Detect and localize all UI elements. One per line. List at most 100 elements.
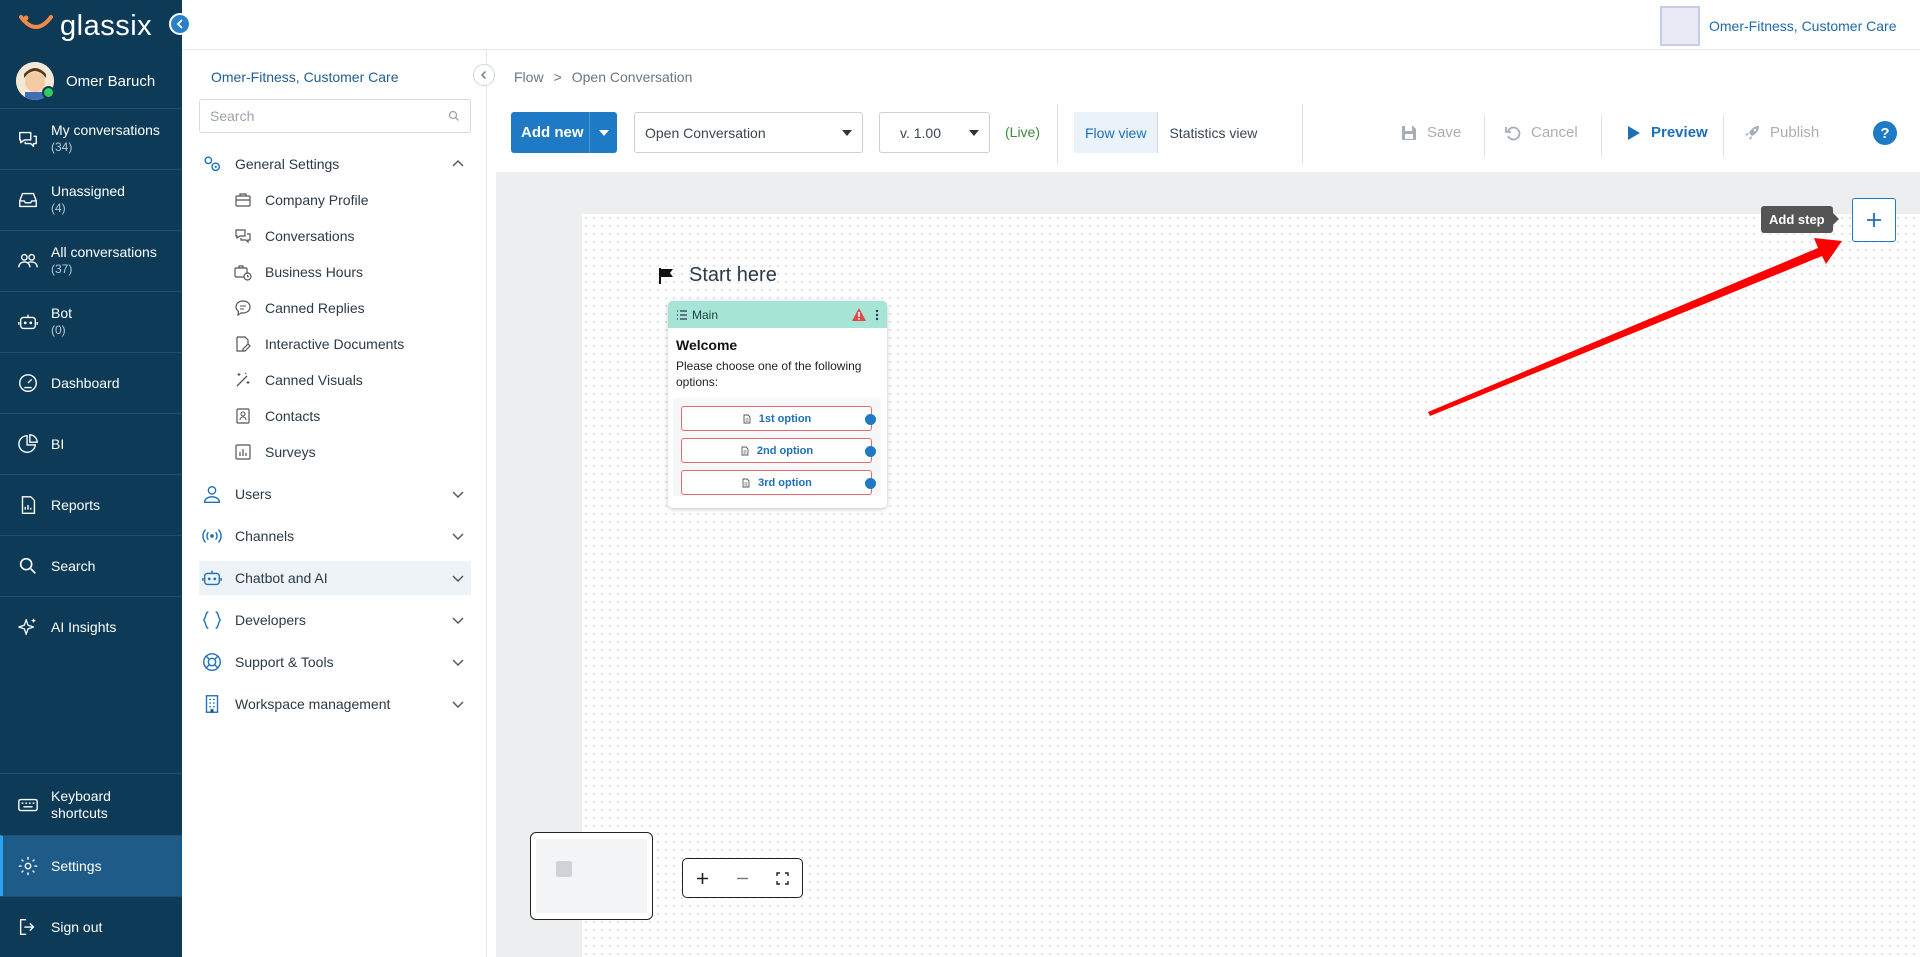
chat-bubbles-icon (19, 131, 37, 148)
nav-bi[interactable]: BI (0, 413, 182, 474)
nav-keyboard-shortcuts[interactable]: Keyboard shortcuts (0, 773, 182, 835)
search-input[interactable] (210, 108, 430, 124)
expand-icon (775, 871, 789, 885)
sub-business-hours[interactable]: Business Hours (234, 257, 464, 287)
section-users[interactable]: Users (199, 477, 471, 511)
user-profile[interactable]: Omer Baruch (0, 56, 182, 106)
start-marker: Start here (659, 264, 777, 287)
section-general-settings[interactable]: General Settings (199, 147, 471, 181)
zoom-out-button[interactable] (730, 866, 754, 890)
chevron-up-icon (452, 160, 464, 167)
contact-card-icon (236, 408, 250, 424)
sub-surveys[interactable]: Surveys (234, 437, 464, 467)
nav-settings[interactable]: Settings (0, 835, 182, 896)
nav-label: Unassigned (51, 183, 125, 199)
plus-icon (697, 872, 709, 884)
undo-icon (1505, 126, 1521, 140)
sub-conversations[interactable]: Conversations (234, 221, 464, 251)
dashboard-gauge-icon (19, 374, 37, 392)
chevron-down-icon (452, 617, 464, 624)
canvas-minimap[interactable] (530, 832, 653, 920)
add-new-button[interactable]: Add new (511, 112, 617, 153)
nav-label: shortcuts (51, 804, 108, 821)
divider (1057, 104, 1058, 164)
briefcase-icon (235, 193, 251, 207)
connection-port[interactable] (865, 414, 876, 425)
nav-search[interactable]: Search (0, 535, 182, 596)
flow-canvas-area (496, 172, 1920, 957)
nav-label: Keyboard (51, 787, 111, 804)
sub-label: Contacts (265, 408, 321, 424)
plus-icon (1867, 213, 1881, 227)
tab-statistics-view[interactable]: Statistics view (1158, 112, 1268, 153)
rocket-icon (1745, 125, 1759, 140)
nav-all-conversations[interactable]: All conversations (37) (0, 230, 182, 291)
tab-flow-view[interactable]: Flow view (1074, 112, 1159, 153)
sub-contacts[interactable]: Contacts (234, 401, 464, 431)
more-vertical-icon[interactable] (875, 309, 879, 321)
nav-ai-insights[interactable]: AI Insights (0, 596, 182, 657)
collapse-nav-button[interactable] (169, 13, 191, 35)
glassix-logo[interactable]: glassix (18, 6, 152, 46)
nav-unassigned[interactable]: Unassigned (4) (0, 169, 182, 230)
flow-step-node[interactable]: Main Welcome Please choose one of the fo… (668, 301, 887, 508)
minus-icon (736, 877, 748, 879)
sub-company-profile[interactable]: Company Profile (234, 185, 464, 215)
workspace-switcher[interactable]: Omer-Fitness, Customer Care (1660, 6, 1896, 46)
cancel-button[interactable]: Cancel (1504, 112, 1578, 153)
zoom-in-button[interactable] (691, 866, 715, 890)
node-header[interactable]: Main (668, 301, 887, 328)
sub-canned-visuals[interactable]: Canned Visuals (234, 365, 464, 395)
fit-view-button[interactable] (770, 866, 794, 890)
option-button[interactable]: 1st option (681, 406, 876, 431)
nav-label: All conversations (51, 244, 157, 260)
node-title: Welcome (676, 337, 738, 353)
section-developers[interactable]: Developers (199, 603, 471, 637)
nav-dashboard[interactable]: Dashboard (0, 352, 182, 413)
sub-canned-replies[interactable]: Canned Replies (234, 293, 464, 323)
flow-select[interactable]: Open Conversation (634, 112, 863, 153)
settings-search[interactable] (199, 99, 471, 133)
nav-reports[interactable]: Reports (0, 474, 182, 535)
add-new-dropdown-toggle[interactable] (589, 112, 617, 153)
zoom-controls (682, 858, 803, 898)
logo-text: glassix (60, 9, 153, 42)
minimap-viewport (536, 839, 647, 913)
section-workspace-management[interactable]: Workspace management (199, 687, 471, 721)
flow-toolbar: Add new Open Conversation v. 1.00 (Live)… (487, 100, 1920, 172)
save-button[interactable]: Save (1400, 112, 1461, 153)
version-select[interactable]: v. 1.00 (879, 112, 990, 153)
main-navigation: glassix Omer Baruch My conversations (34)… (0, 0, 182, 957)
connection-port[interactable] (865, 478, 876, 489)
caret-down-icon (969, 129, 979, 136)
node-message: Please choose one of the following optio… (676, 359, 862, 389)
view-toggle: Flow view Statistics view (1074, 112, 1268, 153)
floppy-disk-icon (1402, 125, 1416, 140)
nav-sign-out[interactable]: Sign out (0, 896, 182, 957)
option-label: 3rd option (758, 476, 812, 489)
section-chatbot-ai[interactable]: Chatbot and AI (199, 561, 471, 595)
section-support-tools[interactable]: Support & Tools (199, 645, 471, 679)
warning-icon[interactable] (852, 308, 866, 321)
preview-button[interactable]: Preview (1624, 112, 1708, 153)
nav-my-conversations[interactable]: My conversations (34) (0, 108, 182, 169)
help-button[interactable]: ? (1873, 121, 1897, 145)
section-channels[interactable]: Channels (199, 519, 471, 553)
chevron-down-icon (452, 491, 464, 498)
option-button[interactable]: 2nd option (681, 438, 876, 463)
document-icon (743, 414, 751, 423)
version-select-value: v. 1.00 (900, 124, 941, 141)
option-button[interactable]: 3rd option (681, 470, 876, 495)
sub-label: Business Hours (265, 264, 364, 280)
sub-interactive-documents[interactable]: Interactive Documents (234, 329, 464, 359)
nav-label: Settings (51, 857, 102, 874)
nav-label: Reports (51, 496, 101, 513)
connection-port[interactable] (865, 446, 876, 457)
collapse-panel-button[interactable] (473, 64, 495, 86)
breadcrumb-root[interactable]: Flow (514, 69, 544, 85)
list-icon (677, 309, 687, 320)
nav-bot[interactable]: Bot (0) (0, 291, 182, 352)
add-step-button[interactable] (1852, 198, 1896, 242)
minimap-node (556, 861, 572, 877)
publish-button[interactable]: Publish (1743, 112, 1819, 153)
